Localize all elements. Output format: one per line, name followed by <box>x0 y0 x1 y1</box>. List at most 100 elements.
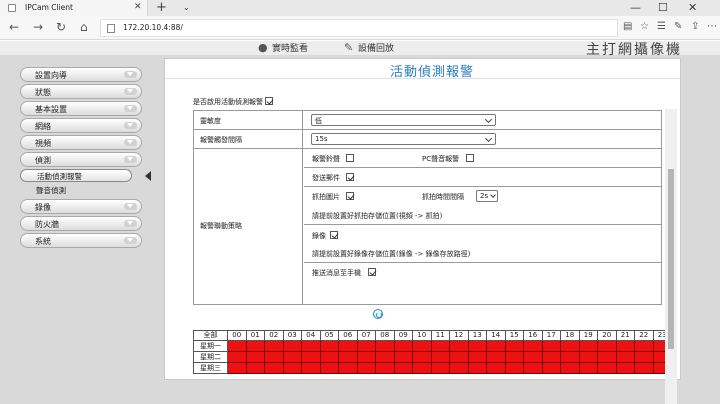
send-email-checkbox[interactable] <box>346 173 354 181</box>
schedule-cell[interactable] <box>301 340 321 352</box>
hour-header[interactable]: 02 <box>264 330 284 341</box>
schedule-cell[interactable] <box>541 351 561 363</box>
schedule-cell[interactable] <box>375 340 395 352</box>
schedule-cell[interactable] <box>541 362 561 374</box>
schedule-cell[interactable] <box>486 340 506 352</box>
sidebar-item-network[interactable]: 網絡 <box>20 118 142 133</box>
schedule-cell[interactable] <box>541 340 561 352</box>
hour-header[interactable]: 06 <box>338 330 358 341</box>
schedule-cell[interactable] <box>319 362 339 374</box>
schedule-cell[interactable] <box>356 340 376 352</box>
schedule-cell[interactable] <box>412 351 432 363</box>
schedule-cell[interactable] <box>523 340 543 352</box>
schedule-cell[interactable] <box>523 351 543 363</box>
schedule-cell[interactable] <box>634 340 654 352</box>
sidebar-item-video[interactable]: 視頻 <box>20 135 142 150</box>
minimize-button[interactable]: — <box>630 1 641 14</box>
schedule-cell[interactable] <box>356 351 376 363</box>
refresh-icon[interactable] <box>373 309 383 319</box>
schedule-cell[interactable] <box>375 362 395 374</box>
hour-header[interactable]: 16 <box>523 330 543 341</box>
schedule-cell[interactable] <box>301 362 321 374</box>
schedule-cell[interactable] <box>227 340 247 352</box>
hour-header[interactable]: 12 <box>449 330 469 341</box>
tab-list-chevron-icon[interactable]: ⌄ <box>183 3 190 12</box>
schedule-cell[interactable] <box>338 340 358 352</box>
sidebar-item-detection[interactable]: 偵測 <box>20 152 142 167</box>
back-arrow-icon[interactable]: ← <box>9 20 19 34</box>
schedule-cell[interactable] <box>560 340 580 352</box>
day-label[interactable]: 星期一 <box>193 340 228 352</box>
record-checkbox[interactable] <box>330 231 338 239</box>
hour-header[interactable]: 05 <box>319 330 339 341</box>
share-icon[interactable]: ⇪ <box>691 21 699 32</box>
schedule-cell[interactable] <box>486 351 506 363</box>
schedule-cell[interactable] <box>430 351 450 363</box>
schedule-cell[interactable] <box>467 340 487 352</box>
schedule-cell[interactable] <box>338 351 358 363</box>
hour-header[interactable]: 14 <box>486 330 506 341</box>
schedule-cell[interactable] <box>393 340 413 352</box>
playback-link[interactable]: 設備回放 <box>358 41 394 54</box>
push-checkbox[interactable] <box>368 268 376 276</box>
schedule-cell[interactable] <box>264 362 284 374</box>
favorites-hub-icon[interactable]: ☰ <box>657 21 666 32</box>
schedule-cell[interactable] <box>504 362 524 374</box>
schedule-cell[interactable] <box>264 351 284 363</box>
interval-select[interactable]: 15s <box>311 133 496 145</box>
close-window-button[interactable]: ✕ <box>688 1 697 14</box>
schedule-cell[interactable] <box>319 351 339 363</box>
hour-header[interactable]: 15 <box>504 330 524 341</box>
schedule-cell[interactable] <box>467 362 487 374</box>
playback-icon[interactable]: ✎ <box>344 41 353 54</box>
schedule-cell[interactable] <box>615 362 635 374</box>
sidebar-item-setup-wizard[interactable]: 設置向導 <box>20 67 142 82</box>
new-tab-button[interactable]: + <box>156 0 167 16</box>
schedule-cell[interactable] <box>282 362 302 374</box>
schedule-cell[interactable] <box>560 362 580 374</box>
hour-header[interactable]: 11 <box>430 330 450 341</box>
snapshot-checkbox[interactable] <box>346 192 354 200</box>
schedule-cell[interactable] <box>412 340 432 352</box>
schedule-cell[interactable] <box>282 351 302 363</box>
pc-sound-checkbox[interactable] <box>466 154 474 162</box>
hour-header[interactable]: 00 <box>227 330 247 341</box>
schedule-cell[interactable] <box>430 362 450 374</box>
schedule-cell[interactable] <box>245 340 265 352</box>
schedule-cell[interactable] <box>412 362 432 374</box>
schedule-cell[interactable] <box>523 362 543 374</box>
schedule-cell[interactable] <box>560 351 580 363</box>
day-label[interactable]: 星期三 <box>193 362 228 374</box>
day-label[interactable]: 星期二 <box>193 351 228 363</box>
schedule-cell[interactable] <box>393 351 413 363</box>
url-field[interactable]: 172.20.10.4:88/ <box>100 19 618 37</box>
schedule-cell[interactable] <box>319 340 339 352</box>
schedule-cell[interactable] <box>449 362 469 374</box>
hour-header[interactable]: 21 <box>615 330 635 341</box>
more-icon[interactable]: ⋯ <box>707 21 717 32</box>
maximize-button[interactable]: ☐ <box>658 1 668 14</box>
hour-header[interactable]: 09 <box>393 330 413 341</box>
schedule-cell[interactable] <box>449 351 469 363</box>
hour-header[interactable]: 13 <box>467 330 487 341</box>
schedule-cell[interactable] <box>282 340 302 352</box>
hour-header[interactable]: 01 <box>245 330 265 341</box>
schedule-cell[interactable] <box>227 351 247 363</box>
hour-header[interactable]: 19 <box>578 330 598 341</box>
scrollbar-thumb[interactable] <box>668 169 674 349</box>
schedule-cell[interactable] <box>301 351 321 363</box>
schedule-cell[interactable] <box>486 362 506 374</box>
sidebar-item-firewall[interactable]: 防火牆 <box>20 216 142 231</box>
schedule-cell[interactable] <box>449 340 469 352</box>
home-icon[interactable]: ⌂ <box>80 20 88 34</box>
schedule-cell[interactable] <box>245 351 265 363</box>
hour-header[interactable]: 08 <box>375 330 395 341</box>
refresh-icon[interactable]: ↻ <box>56 20 66 34</box>
sidebar-subitem-sound-detection[interactable]: 聲音偵測 <box>20 184 142 197</box>
schedule-cell[interactable] <box>504 351 524 363</box>
hour-header[interactable]: 07 <box>356 330 376 341</box>
schedule-cell[interactable] <box>356 362 376 374</box>
schedule-cell[interactable] <box>264 340 284 352</box>
close-tab-icon[interactable]: ✕ <box>134 2 142 12</box>
schedule-cell[interactable] <box>467 351 487 363</box>
